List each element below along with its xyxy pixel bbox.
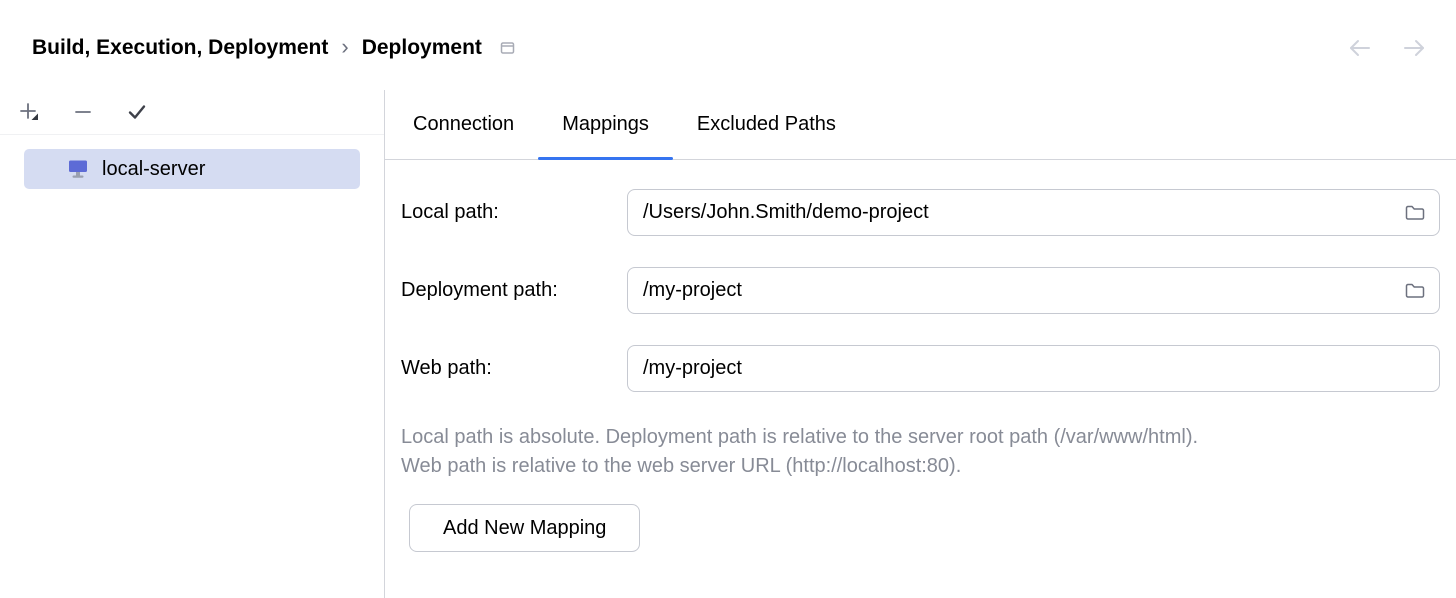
breadcrumb: Build, Execution, Deployment › Deploymen… — [32, 35, 516, 61]
server-tree-item-label: local-server — [102, 158, 205, 181]
tab-connection[interactable]: Connection — [389, 90, 538, 159]
breadcrumb-root[interactable]: Build, Execution, Deployment — [32, 36, 328, 60]
breadcrumb-separator-icon: › — [341, 34, 348, 60]
server-list-panel: local-server — [0, 90, 385, 598]
web-path-input[interactable] — [627, 345, 1440, 392]
history-nav — [1344, 33, 1430, 63]
add-icon[interactable] — [14, 97, 44, 127]
forward-arrow-icon[interactable] — [1400, 33, 1430, 63]
content: local-server Connection Mappings Exclude… — [0, 90, 1456, 598]
add-new-mapping-button[interactable]: Add New Mapping — [409, 504, 640, 552]
tab-excluded-paths[interactable]: Excluded Paths — [673, 90, 860, 159]
server-list-toolbar — [0, 90, 384, 135]
deployment-path-input[interactable] — [627, 267, 1440, 314]
server-tree: local-server — [0, 135, 384, 203]
deployment-path-browse-folder-icon[interactable] — [1400, 276, 1430, 306]
local-path-label: Local path: — [401, 201, 627, 224]
header: Build, Execution, Deployment › Deploymen… — [0, 0, 1456, 90]
settings-window: Build, Execution, Deployment › Deploymen… — [0, 0, 1456, 598]
local-path-row: Local path: — [401, 189, 1440, 236]
local-path-input[interactable] — [627, 189, 1440, 236]
help-line-1: Local path is absolute. Deployment path … — [401, 423, 1440, 452]
tab-mappings[interactable]: Mappings — [538, 90, 673, 159]
web-path-label: Web path: — [401, 357, 627, 380]
dialog-icon[interactable] — [499, 40, 516, 56]
back-arrow-icon[interactable] — [1344, 33, 1374, 63]
mappings-form: Local path: Deployment path: — [385, 160, 1456, 552]
local-path-browse-folder-icon[interactable] — [1400, 198, 1430, 228]
deployment-path-label: Deployment path: — [401, 279, 627, 302]
apply-check-icon[interactable] — [122, 97, 152, 127]
breadcrumb-current[interactable]: Deployment — [362, 36, 482, 60]
deployment-path-row: Deployment path: — [401, 267, 1440, 314]
web-path-row: Web path: — [401, 345, 1440, 392]
help-line-2: Web path is relative to the web server U… — [401, 452, 1440, 481]
server-tree-item-local-server[interactable]: local-server — [24, 149, 360, 189]
deployment-settings-panel: Connection Mappings Excluded Paths Local… — [385, 90, 1456, 598]
mappings-help-text: Local path is absolute. Deployment path … — [401, 423, 1440, 481]
server-icon — [66, 158, 90, 180]
remove-icon[interactable] — [68, 97, 98, 127]
tab-bar: Connection Mappings Excluded Paths — [385, 90, 1456, 160]
